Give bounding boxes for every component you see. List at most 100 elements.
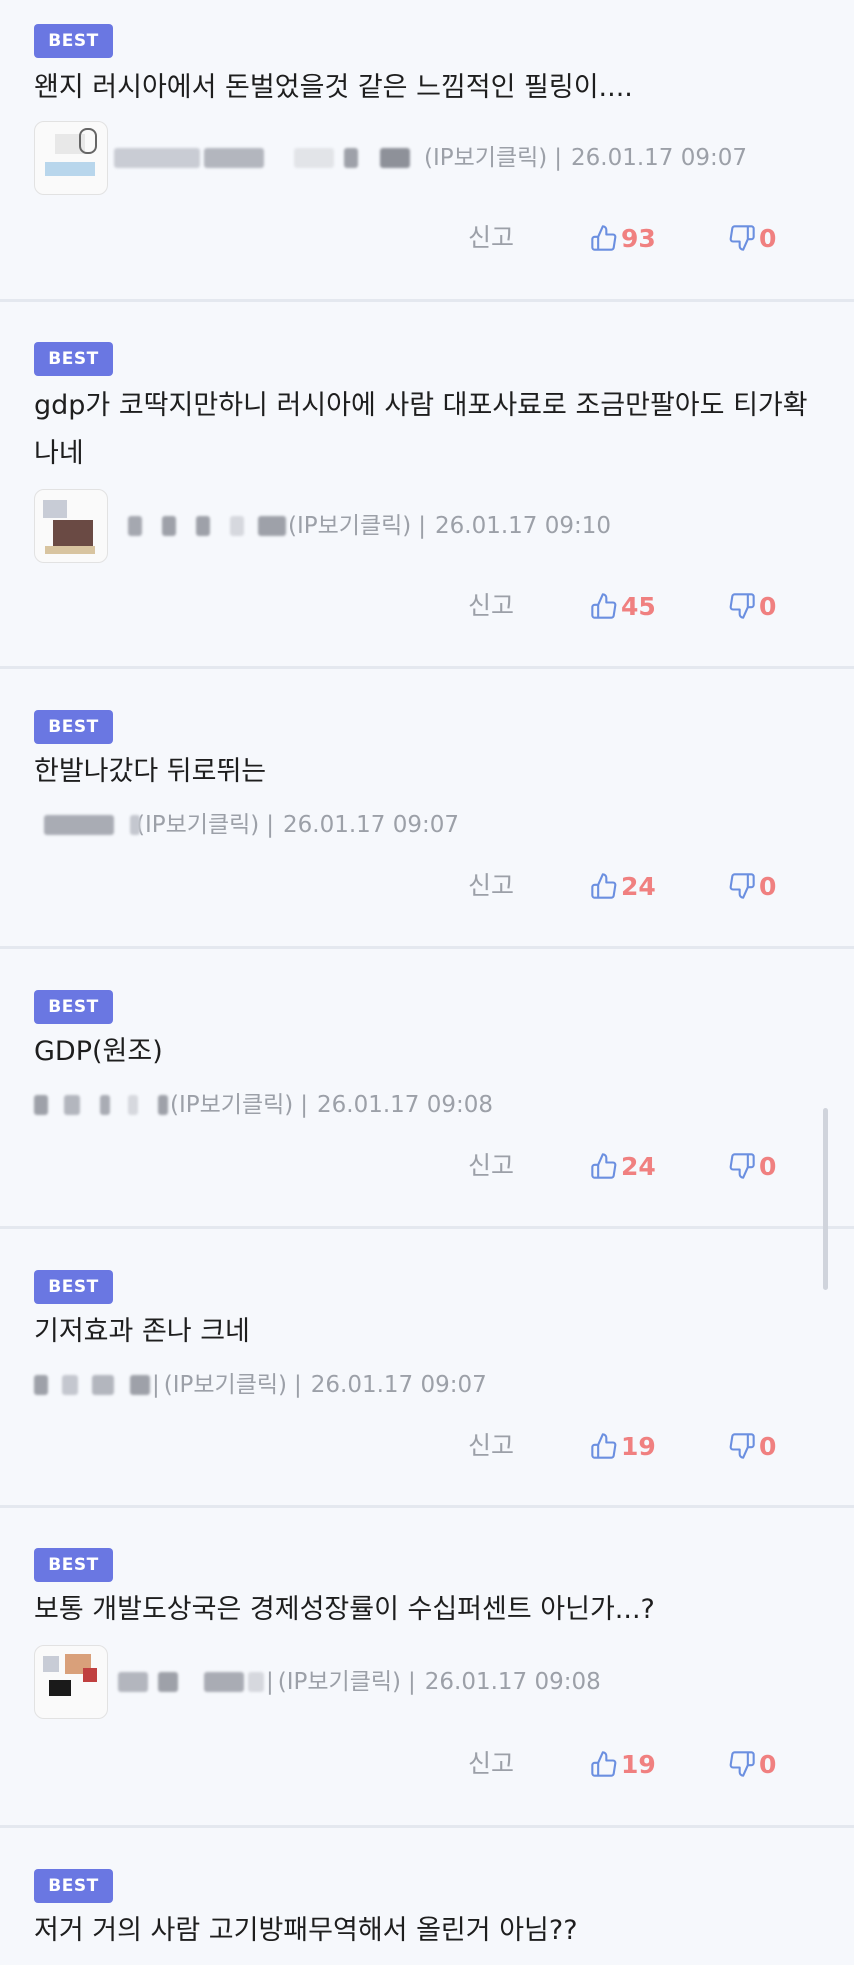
comment-item: BEST gdp가 코딱지만하니 러시아에 사람 대포사료로 조금만팔아도 티가… <box>0 302 854 669</box>
avatar[interactable] <box>34 121 108 195</box>
author-name-redacted[interactable] <box>230 516 244 536</box>
comment-text: 기저효과 존나 크네 <box>34 1316 250 1347</box>
comment-item: BEST 왠지 러시아에서 돈벌었을것 같은 느낌적인 필링이.... (IP보… <box>0 0 854 302</box>
author-name-redacted[interactable] <box>294 148 334 168</box>
author-name-redacted[interactable] <box>114 148 200 168</box>
best-badge: BEST <box>34 990 113 1024</box>
ip-toggle[interactable]: (IP보기클릭) <box>424 140 547 176</box>
comment-meta: | (IP보기클릭) | 26.01.17 09:08 <box>34 1644 601 1720</box>
author-name-redacted[interactable] <box>196 516 210 536</box>
dislike-button[interactable]: 0 <box>728 218 776 258</box>
ip-toggle[interactable]: (IP보기클릭) <box>170 1087 293 1123</box>
like-count: 45 <box>621 591 656 621</box>
report-button[interactable]: 신고 <box>468 218 514 258</box>
ip-toggle[interactable]: (IP보기클릭) <box>288 508 411 544</box>
thumbs-down-icon <box>728 1750 756 1778</box>
dislike-button[interactable]: 0 <box>728 866 776 906</box>
dislike-count: 0 <box>759 871 777 901</box>
ip-toggle[interactable]: (IP보기클릭) <box>136 807 259 843</box>
author-name-redacted[interactable] <box>92 1375 114 1395</box>
like-button[interactable]: 93 <box>590 218 656 258</box>
timestamp: 26.01.17 09:07 <box>283 812 460 838</box>
author-name-redacted[interactable] <box>344 148 358 168</box>
thumbs-up-icon <box>590 1432 618 1460</box>
like-button[interactable]: 19 <box>590 1426 656 1466</box>
comment-item: BEST 보통 개발도상국은 경제성장률이 수십퍼센트 아닌가...? | (I… <box>0 1508 854 1828</box>
best-badge: BEST <box>34 1548 113 1582</box>
report-button[interactable]: 신고 <box>468 1426 514 1466</box>
dislike-count: 0 <box>759 1749 777 1779</box>
report-button[interactable]: 신고 <box>468 866 514 906</box>
comment-text: gdp가 코딱지만하니 러시아에 사람 대포사료로 조금만팔아도 티가확나네 <box>34 390 808 469</box>
separator: | <box>418 513 426 539</box>
author-name-redacted[interactable] <box>204 148 264 168</box>
comment-actions: 신고 19 0 <box>0 1744 854 1784</box>
author-name-redacted[interactable] <box>204 1672 244 1692</box>
author-name-redacted[interactable] <box>248 1672 264 1692</box>
author-name-redacted[interactable] <box>34 1095 48 1115</box>
comment-item: BEST GDP(원조) (IP보기클릭) | 26.01.17 09:08 신… <box>0 949 854 1229</box>
dislike-count: 0 <box>759 223 777 253</box>
author-name-redacted[interactable] <box>62 1375 78 1395</box>
thumbs-down-icon <box>728 872 756 900</box>
author-name-redacted[interactable] <box>34 1375 48 1395</box>
timestamp: 26.01.17 09:08 <box>424 1669 601 1695</box>
dislike-count: 0 <box>759 1151 777 1181</box>
dislike-button[interactable]: 0 <box>728 586 776 626</box>
like-button[interactable]: 24 <box>590 866 656 906</box>
author-name-redacted[interactable] <box>158 1095 168 1115</box>
author-name-redacted[interactable] <box>158 1672 178 1692</box>
separator: | <box>554 145 562 171</box>
separator: | <box>266 1669 274 1695</box>
dislike-button[interactable]: 0 <box>728 1744 776 1784</box>
author-name-redacted[interactable] <box>100 1095 110 1115</box>
thumbs-up-icon <box>590 592 618 620</box>
separator: | <box>266 812 274 838</box>
thumbs-down-icon <box>728 592 756 620</box>
comment-meta: (IP보기클릭) | 26.01.17 09:07 <box>34 807 459 843</box>
separator: | <box>408 1669 416 1695</box>
comment-actions: 신고 45 0 <box>0 586 854 626</box>
like-button[interactable]: 19 <box>590 1744 656 1784</box>
author-name-redacted[interactable] <box>118 1672 148 1692</box>
like-button[interactable]: 24 <box>590 1146 656 1186</box>
author-name-redacted[interactable] <box>128 516 142 536</box>
author-name-redacted[interactable] <box>380 148 410 168</box>
like-button[interactable]: 45 <box>590 586 656 626</box>
ip-toggle[interactable]: (IP보기클릭) <box>278 1664 401 1700</box>
report-button[interactable]: 신고 <box>468 1146 514 1186</box>
avatar[interactable] <box>34 489 108 563</box>
author-name-redacted[interactable] <box>128 1095 138 1115</box>
comment-item: BEST 기저효과 존나 크네 | (IP보기클릭) | 26.01.17 09… <box>0 1229 854 1508</box>
timestamp: 26.01.17 09:10 <box>435 513 612 539</box>
report-button[interactable]: 신고 <box>468 1744 514 1784</box>
ip-toggle[interactable]: (IP보기클릭) <box>164 1367 287 1403</box>
thumbs-down-icon <box>728 1432 756 1460</box>
best-badge: BEST <box>34 24 113 58</box>
separator: | <box>300 1092 308 1118</box>
comment-item: BEST 한발나갔다 뒤로뛰는 (IP보기클릭) | 26.01.17 09:0… <box>0 669 854 949</box>
author-name-redacted[interactable] <box>258 516 286 536</box>
author-name-redacted[interactable] <box>64 1095 80 1115</box>
report-button[interactable]: 신고 <box>468 586 514 626</box>
author-name-redacted[interactable] <box>130 1375 150 1395</box>
thumbs-up-icon <box>590 1750 618 1778</box>
scrollbar[interactable] <box>823 1108 828 1290</box>
dislike-button[interactable]: 0 <box>728 1426 776 1466</box>
best-badge: BEST <box>34 1270 113 1304</box>
thumbs-down-icon <box>728 224 756 252</box>
like-count: 19 <box>621 1749 656 1779</box>
timestamp: 26.01.17 09:07 <box>310 1372 487 1398</box>
dislike-button[interactable]: 0 <box>728 1146 776 1186</box>
comment-actions: 신고 93 0 <box>0 218 854 258</box>
author-name-redacted[interactable] <box>44 815 114 835</box>
thumbs-up-icon <box>590 224 618 252</box>
dislike-count: 0 <box>759 591 777 621</box>
like-count: 19 <box>621 1431 656 1461</box>
author-name-redacted[interactable] <box>130 815 140 835</box>
avatar[interactable] <box>34 1645 108 1719</box>
author-name-redacted[interactable] <box>162 516 176 536</box>
comment-meta: (IP보기클릭) | 26.01.17 09:10 <box>34 488 611 564</box>
best-badge: BEST <box>34 1869 113 1903</box>
like-count: 24 <box>621 871 656 901</box>
